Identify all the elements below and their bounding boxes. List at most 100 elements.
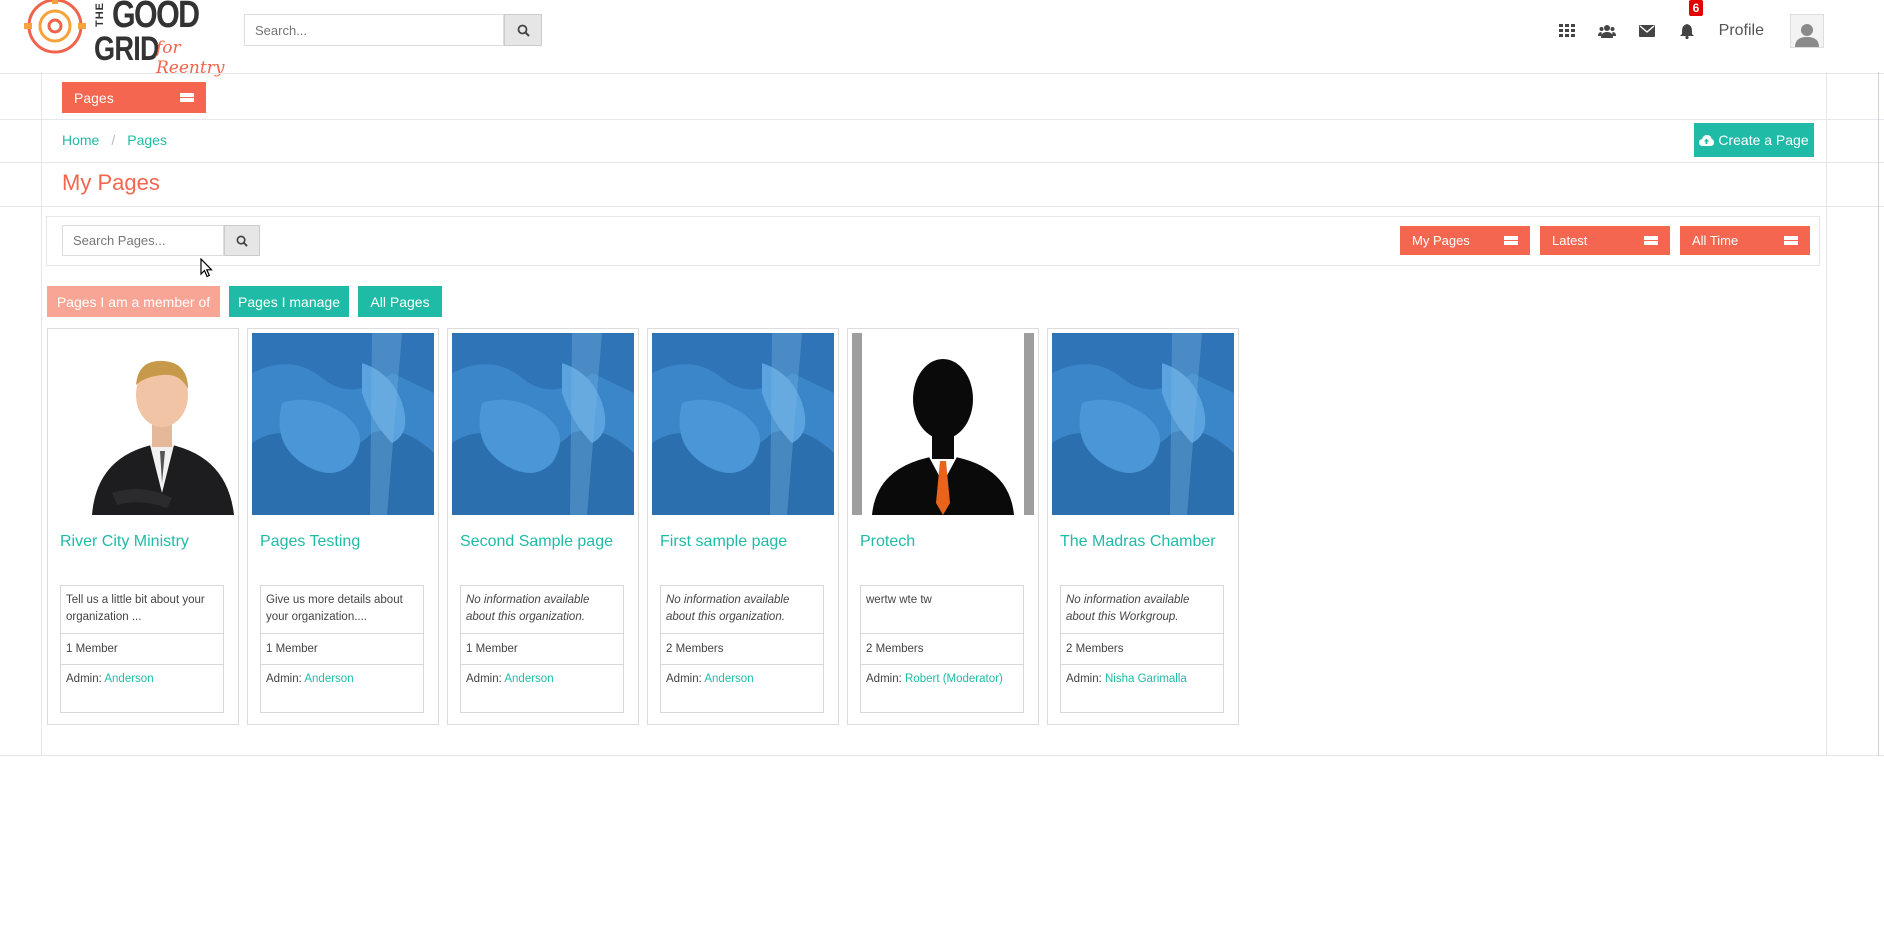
page-card-title[interactable]: The Madras Chamber [1060,533,1216,551]
users-button[interactable] [1587,14,1627,48]
page-card[interactable]: River City Ministry Tell us a little bit… [47,328,239,725]
page-card-info: No information available about this Work… [1060,585,1224,713]
tab-managed-pages[interactable]: Pages I manage [229,286,349,317]
page-cover-image[interactable] [652,333,834,515]
logo-the: THE [94,2,106,27]
page-card[interactable]: Second Sample page No information availa… [447,328,639,725]
scrollbar-track[interactable] [1878,72,1879,756]
pages-search-input[interactable] [62,225,224,256]
tab-all-pages[interactable]: All Pages [358,286,442,317]
page-cover-pattern-icon [252,333,434,515]
page-cover-image[interactable] [452,333,634,515]
notifications-button[interactable]: 6 [1667,0,1707,48]
pages-search-button[interactable] [224,225,260,256]
filter-time-label: All Time [1692,233,1739,248]
page-card-title[interactable]: Second Sample page [460,533,613,551]
page-card-title[interactable]: River City Ministry [60,533,189,551]
page-card-members: 1 Member [61,634,223,665]
filter-sort-label: Latest [1552,233,1588,248]
page-card-description: Tell us a little bit about your organiza… [61,586,223,634]
breadcrumb-separator: / [111,132,116,148]
page-card-info: No information available about this orga… [660,585,824,713]
divider [1826,72,1827,756]
messages-button[interactable] [1627,14,1667,48]
list-menu-icon [180,92,194,103]
page-card-description: No information available about this orga… [461,586,623,634]
page-card[interactable]: Protech wertw wte tw 2 Members Admin: Ro… [847,328,1039,725]
page-card-info: No information available about this orga… [460,585,624,713]
admin-label: Admin: [66,673,102,685]
page-card-description: No information available about this Work… [1061,586,1223,634]
admin-link[interactable]: Anderson [504,673,553,685]
breadcrumb-home[interactable]: Home [62,132,99,148]
admin-label: Admin: [466,673,502,685]
filter-scope-label: My Pages [1412,233,1470,248]
admin-label: Admin: [866,673,902,685]
divider [0,119,1884,120]
page-card-members: 2 Members [1061,634,1223,665]
page-card-info: wertw wte tw 2 Members Admin: Robert (Mo… [860,585,1024,713]
envelope-icon [1638,25,1655,37]
page-card-members: 2 Members [861,634,1023,665]
notification-badge: 6 [1688,0,1704,16]
admin-link[interactable]: Anderson [704,673,753,685]
filter-time-dropdown[interactable]: All Time [1680,226,1810,255]
page-cover-image[interactable] [1052,333,1234,515]
page-card[interactable]: The Madras Chamber No information availa… [1047,328,1239,725]
create-page-button[interactable]: Create a Page [1694,123,1814,157]
divider [0,755,1884,756]
admin-link[interactable]: Anderson [304,673,353,685]
profile-link[interactable]: Profile [1719,22,1764,40]
users-icon [1597,25,1616,38]
bell-icon [1679,23,1694,39]
pages-menu-label: Pages [74,89,114,106]
page-card-admin: Admin: Anderson [61,665,223,693]
page-cover-pattern-icon [1052,333,1234,515]
apps-grid-icon [1558,24,1575,37]
global-search-input[interactable] [244,14,504,46]
page-card-title[interactable]: Protech [860,533,915,551]
page-card[interactable]: First sample page No information availab… [647,328,839,725]
tab-member-pages[interactable]: Pages I am a member of [47,286,220,317]
page-card-members: 2 Members [661,634,823,665]
page-cover-pattern-icon [452,333,634,515]
page-card-title[interactable]: First sample page [660,533,787,551]
divider [0,73,1884,74]
page-card-title[interactable]: Pages Testing [260,533,360,551]
divider [0,162,1884,163]
pages-search [62,225,260,256]
admin-label: Admin: [266,673,302,685]
search-icon [236,235,248,247]
avatar[interactable] [1790,14,1824,48]
logo-tagline: for Reentry [156,38,225,78]
filter-sort-dropdown[interactable]: Latest [1540,226,1670,255]
admin-link[interactable]: Anderson [104,673,153,685]
filter-scope-dropdown[interactable]: My Pages [1400,226,1530,255]
breadcrumb-pages[interactable]: Pages [127,132,167,148]
page-card-admin: Admin: Anderson [461,665,623,693]
page-card-members: 1 Member [461,634,623,665]
page-card[interactable]: Pages Testing Give us more details about… [247,328,439,725]
admin-link[interactable]: Robert (Moderator) [905,673,1003,685]
top-bar: THE GOOD GRID for Reentry Search... 6 Pr… [0,0,1884,78]
site-logo[interactable]: THE GOOD GRID for Reentry [22,0,242,78]
page-card-admin: Admin: Nisha Garimalla [1061,665,1223,693]
apps-button[interactable] [1547,14,1587,48]
list-menu-icon [1504,235,1518,246]
page-cover-image[interactable] [52,333,234,515]
header-nav: 6 Profile [1547,0,1824,48]
page-cover-image[interactable] [852,333,1034,515]
global-search-button[interactable] [504,14,542,46]
list-menu-icon [1644,235,1658,246]
page-card-admin: Admin: Anderson [261,665,423,693]
page-cover-silhouette [852,333,1034,515]
page-card-admin: Admin: Robert (Moderator) [861,665,1023,693]
pages-menu-dropdown[interactable]: Pages [62,82,206,113]
user-avatar-icon [1795,24,1819,47]
page-card-admin: Admin: Anderson [661,665,823,693]
page-cover-image[interactable] [252,333,434,515]
page-cover-pattern-icon [652,333,834,515]
admin-label: Admin: [666,673,702,685]
admin-link[interactable]: Nisha Garimalla [1105,673,1187,685]
global-search [244,14,542,46]
